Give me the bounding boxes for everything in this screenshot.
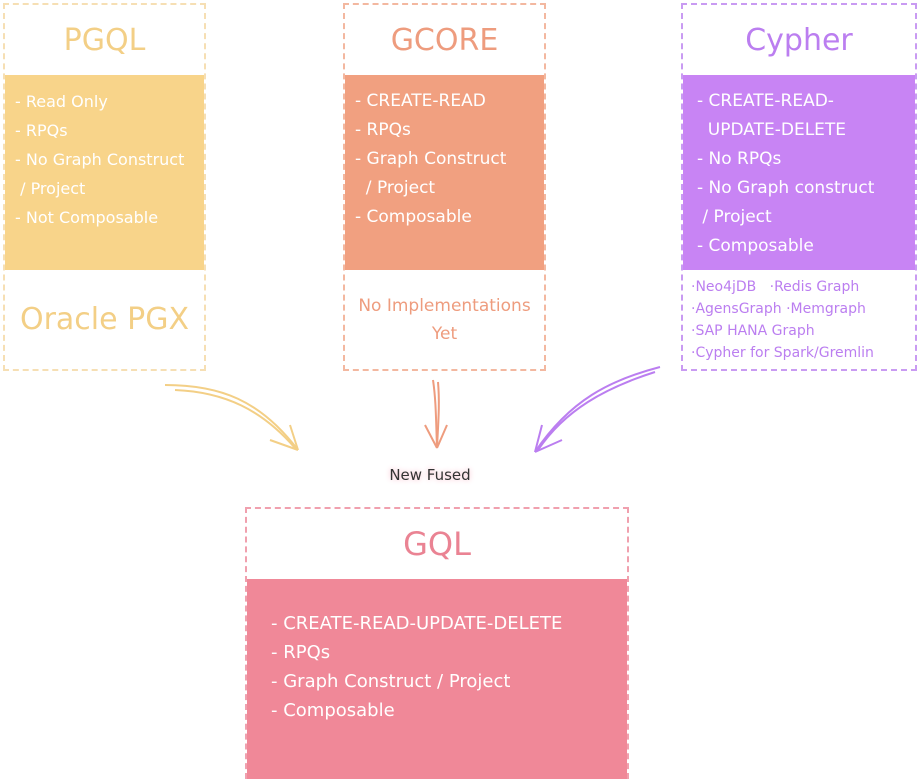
arrow-gcore-to-gql	[424, 379, 448, 449]
cypher-features: - CREATE-READ- UPDATE-DELETE - No RPQs -…	[683, 75, 915, 270]
pgql-features: - Read Only - RPQs - No Graph Construct …	[5, 75, 204, 270]
gql-card: GQL - CREATE-READ-UPDATE-DELETE - RPQs -…	[245, 507, 629, 779]
implementation-line: ·SAP HANA Graph	[691, 322, 815, 339]
gcore-card: GCORE - CREATE-READ - RPQs - Graph Const…	[343, 3, 546, 371]
cypher-card: Cypher - CREATE-READ- UPDATE-DELETE - No…	[681, 3, 917, 371]
gql-title: GQL	[403, 525, 471, 563]
gcore-implementations: No Implementations Yet	[345, 270, 544, 369]
implementation-line: Yet	[431, 323, 458, 344]
gql-features: - CREATE-READ-UPDATE-DELETE - RPQs - Gra…	[247, 579, 627, 779]
cypher-title: Cypher	[745, 22, 853, 58]
arrow-pgql-to-gql	[164, 384, 299, 451]
pgql-implementations: Oracle PGX	[5, 270, 204, 369]
arrow-cypher-to-gql	[534, 366, 661, 453]
cypher-implementations: ·Neo4jDB ·Redis Graph ·AgensGraph ·Memgr…	[683, 270, 915, 369]
pgql-card: PGQL - Read Only - RPQs - No Graph Const…	[3, 3, 206, 371]
implementation-line: ·Neo4jDB ·Redis Graph	[691, 278, 860, 295]
pgql-title: PGQL	[63, 22, 146, 58]
gcore-title: GCORE	[390, 22, 499, 58]
implementation-line: No Implementations	[358, 295, 531, 316]
implementation-line: ·Cypher for Spark/Gremlin	[691, 344, 874, 361]
implementation: Oracle PGX	[19, 302, 190, 337]
new-fused-label: New Fused	[389, 466, 471, 484]
gcore-features: - CREATE-READ - RPQs - Graph Construct /…	[345, 75, 544, 270]
implementation-line: ·AgensGraph ·Memgraph	[691, 300, 866, 317]
